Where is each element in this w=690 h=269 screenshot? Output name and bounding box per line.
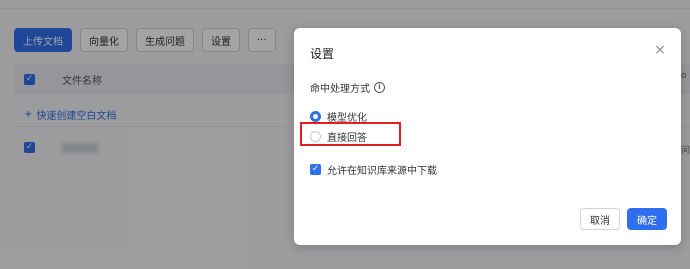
hit-handling-label: 命中处理方式 i xyxy=(310,80,385,95)
allow-download-checkbox[interactable]: ✓ xyxy=(310,164,321,175)
cancel-button[interactable]: 取消 xyxy=(580,208,620,230)
allow-download-option[interactable]: ✓ 允许在知识库来源中下载 xyxy=(310,162,437,177)
info-icon: i xyxy=(374,82,385,93)
settings-dialog: 设置 × 命中处理方式 i 模型优化 直接回答 ✓ 允许在知识库来源中下载 取消… xyxy=(294,28,681,245)
red-highlight-box xyxy=(300,122,401,146)
allow-download-label: 允许在知识库来源中下载 xyxy=(327,166,437,177)
hit-handling-text: 命中处理方式 xyxy=(310,84,370,95)
confirm-button[interactable]: 确定 xyxy=(627,208,667,230)
radio-selected-icon[interactable] xyxy=(310,111,321,122)
dialog-title: 设置 xyxy=(310,47,335,61)
close-icon[interactable]: × xyxy=(652,42,668,58)
